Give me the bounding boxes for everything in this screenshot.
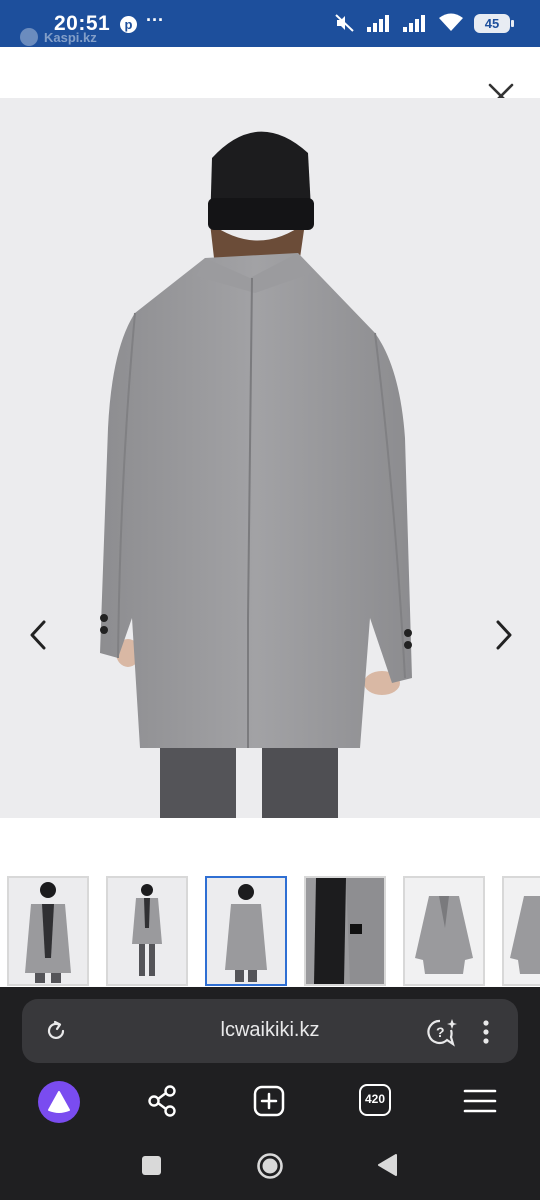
status-right-icons: 45 — [334, 13, 514, 33]
address-bar[interactable]: lcwaikiki.kz ? — [22, 999, 518, 1063]
nav-home-icon[interactable] — [256, 1152, 284, 1180]
product-image[interactable] — [0, 98, 540, 818]
nav-back-icon[interactable] — [376, 1153, 398, 1177]
more-notifications-icon: ··· — [146, 10, 164, 30]
thumb-flat-front[interactable] — [403, 876, 485, 986]
svg-text:?: ? — [436, 1024, 445, 1040]
pinterest-notification-icon: p — [120, 16, 137, 33]
watermark-logo-icon — [20, 28, 38, 46]
kebab-menu-icon[interactable] — [482, 1019, 490, 1045]
alice-icon[interactable] — [38, 1081, 80, 1123]
thumb-back-image — [207, 878, 285, 984]
mute-icon — [335, 14, 354, 32]
chevron-right-icon[interactable] — [488, 618, 518, 652]
browser-toolbar: lcwaikiki.kz ? 420 — [0, 987, 540, 1200]
new-tab-icon[interactable] — [253, 1085, 285, 1117]
share-icon[interactable] — [146, 1084, 180, 1118]
status-bar: Kaspi.kz 20:51 p ··· 45 — [0, 0, 540, 47]
thumb-flat-front-image — [405, 878, 483, 984]
thumb-front-open[interactable] — [7, 876, 89, 986]
nav-recents-icon[interactable] — [142, 1156, 161, 1175]
thumb-flat-partial[interactable] — [502, 876, 540, 986]
signal-1-icon — [367, 15, 389, 32]
thumb-front-open-image — [9, 878, 87, 984]
thumb-full-front[interactable] — [106, 876, 188, 986]
thumb-full-front-image — [108, 878, 186, 984]
hamburger-menu-icon[interactable] — [463, 1088, 497, 1114]
chevron-left-icon[interactable] — [24, 618, 54, 652]
thumb-back[interactable] — [205, 876, 287, 986]
ai-assistant-icon[interactable]: ? — [426, 1017, 458, 1047]
tabs-count-button[interactable]: 420 — [359, 1084, 391, 1116]
signal-2-icon — [403, 15, 425, 32]
thumb-inner-label[interactable] — [304, 876, 386, 986]
wifi-icon — [439, 13, 463, 31]
thumb-flat-partial-image — [504, 878, 540, 984]
coat-back-illustration — [0, 98, 540, 818]
status-time: 20:51 — [54, 12, 111, 35]
thumb-inner-label-image — [306, 878, 384, 984]
thumbnail-strip — [0, 876, 540, 988]
battery-icon: 45 — [474, 13, 514, 33]
